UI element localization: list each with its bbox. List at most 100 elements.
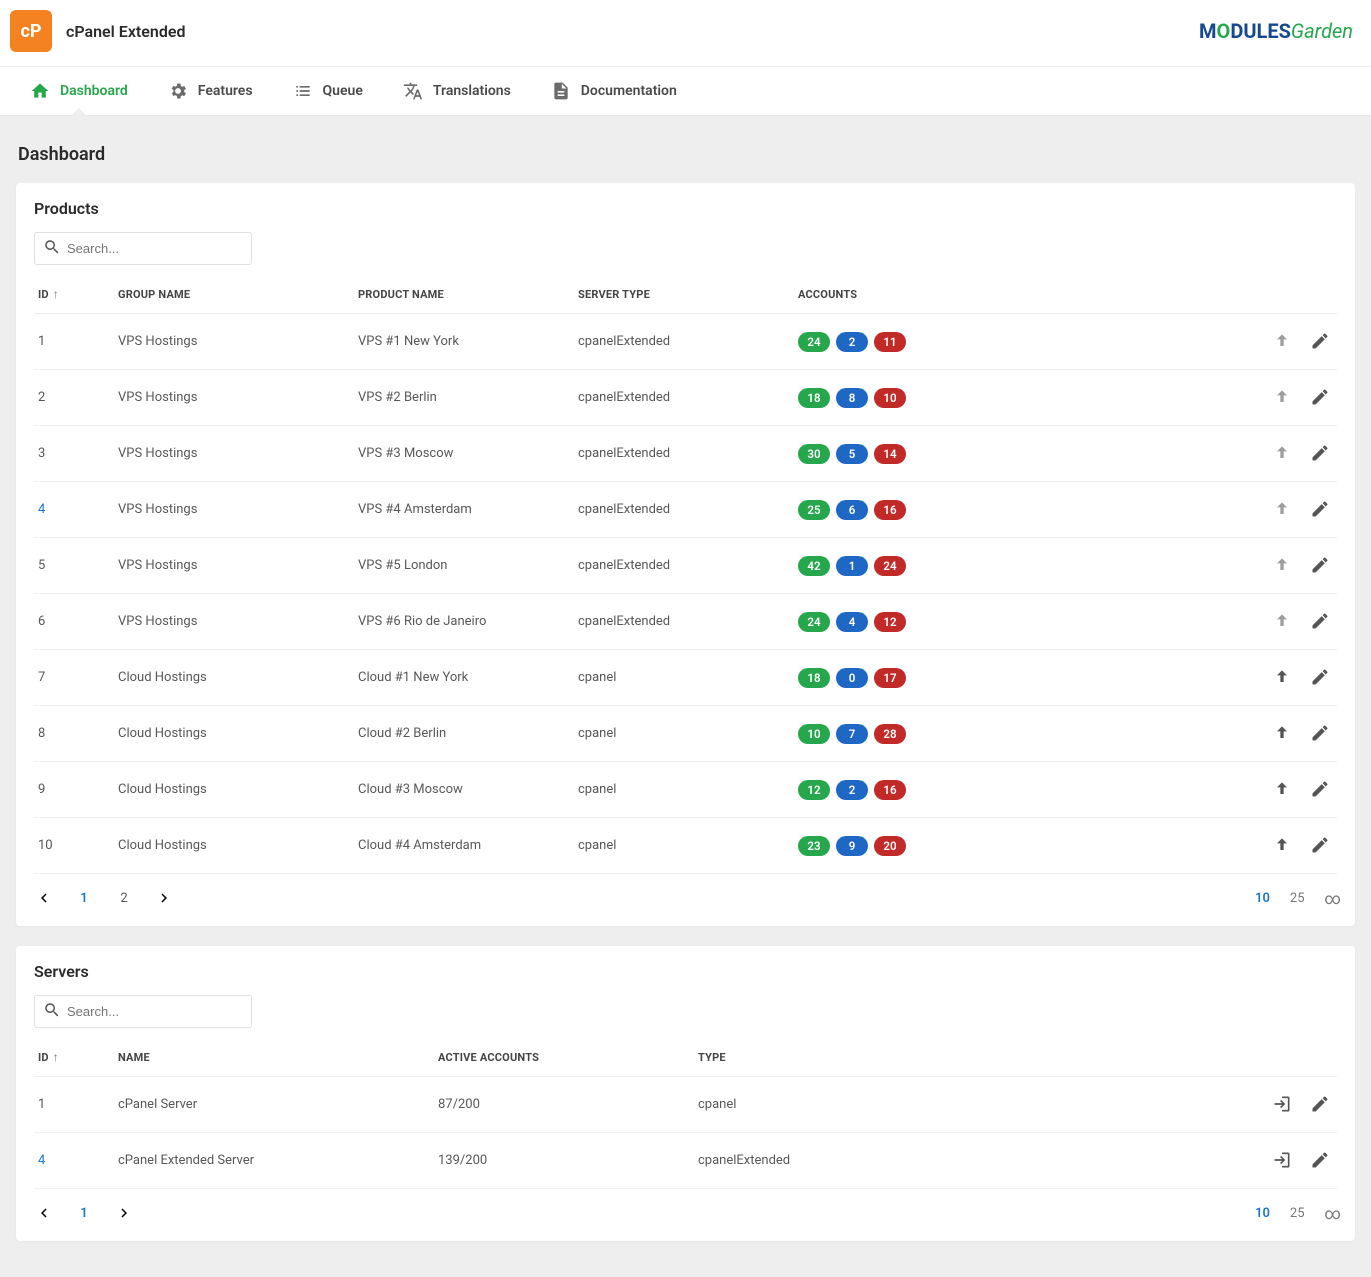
accounts-green-badge: 30 [798, 444, 830, 464]
col-name[interactable]: NAME [114, 1038, 434, 1077]
move-up-button[interactable] [1269, 664, 1295, 690]
cell-actions [1217, 706, 1337, 762]
list-icon [293, 81, 313, 101]
servers-pager: 1 10 25 ∞ [16, 1189, 1355, 1241]
cell-actions [1217, 1133, 1337, 1189]
cell-id: 10 [34, 818, 114, 874]
edit-button[interactable] [1307, 1091, 1333, 1117]
col-active[interactable]: ACTIVE ACCOUNTS [434, 1038, 694, 1077]
edit-button[interactable] [1307, 664, 1333, 690]
page-size-option[interactable]: 25 [1290, 891, 1305, 906]
col-group[interactable]: GROUP NAME [114, 275, 354, 314]
pager-page[interactable]: 1 [70, 1199, 98, 1227]
col-type[interactable]: TYPE [694, 1038, 1217, 1077]
login-button[interactable] [1269, 1147, 1295, 1173]
cell-accounts: 18810 [794, 370, 1217, 426]
move-up-button[interactable] [1269, 496, 1295, 522]
accounts-green-badge: 24 [798, 612, 830, 632]
cell-group: VPS Hostings [114, 538, 354, 594]
cell-name: cPanel Extended Server [114, 1133, 434, 1189]
cell-actions [1217, 370, 1337, 426]
nav-dashboard[interactable]: Dashboard [10, 67, 148, 115]
edit-button[interactable] [1307, 384, 1333, 410]
accounts-red-badge: 20 [874, 836, 906, 856]
nav-features[interactable]: Features [148, 67, 273, 115]
edit-button[interactable] [1307, 552, 1333, 578]
cell-id: 7 [34, 650, 114, 706]
search-input[interactable] [61, 1000, 243, 1023]
table-row: 4VPS HostingsVPS #4 AmsterdamcpanelExten… [34, 482, 1337, 538]
page-size-option[interactable]: ∞ [1325, 889, 1341, 908]
pager-prev[interactable] [30, 1199, 58, 1227]
edit-button[interactable] [1307, 328, 1333, 354]
accounts-blue-badge: 1 [836, 556, 868, 576]
cell-group: VPS Hostings [114, 370, 354, 426]
move-up-button[interactable] [1269, 776, 1295, 802]
search-input[interactable] [61, 237, 243, 260]
page-title: Dashboard [18, 144, 1355, 165]
pager-page[interactable]: 1 [70, 884, 98, 912]
accounts-green-badge: 25 [798, 500, 830, 520]
page-size-option[interactable]: 25 [1290, 1206, 1305, 1221]
cell-server: cpanel [574, 706, 794, 762]
pager-next[interactable] [150, 884, 178, 912]
servers-search[interactable] [34, 995, 252, 1028]
edit-button[interactable] [1307, 720, 1333, 746]
nav-translations[interactable]: Translations [383, 67, 531, 115]
accounts-blue-badge: 2 [836, 332, 868, 352]
cell-server: cpanelExtended [574, 482, 794, 538]
products-search[interactable] [34, 232, 252, 265]
translate-icon [403, 81, 423, 101]
cell-group: Cloud Hostings [114, 650, 354, 706]
pager-next[interactable] [110, 1199, 138, 1227]
cell-server: cpanel [574, 762, 794, 818]
card-title: Products [16, 183, 1355, 228]
col-accounts[interactable]: ACCOUNTS [794, 275, 1217, 314]
cell-accounts: 12216 [794, 762, 1217, 818]
nav-documentation[interactable]: Documentation [531, 67, 697, 115]
accounts-red-badge: 10 [874, 388, 906, 408]
edit-button[interactable] [1307, 832, 1333, 858]
nav-queue[interactable]: Queue [273, 67, 383, 115]
servers-table: ID↑ NAME ACTIVE ACCOUNTS TYPE 1cPanel Se… [34, 1038, 1337, 1189]
col-id[interactable]: ID↑ [34, 275, 114, 314]
move-up-button[interactable] [1269, 384, 1295, 410]
move-up-button[interactable] [1269, 328, 1295, 354]
page-size-option[interactable]: 10 [1255, 1206, 1270, 1221]
cell-product: VPS #2 Berlin [354, 370, 574, 426]
page-size-option[interactable]: 10 [1255, 891, 1270, 906]
accounts-green-badge: 18 [798, 388, 830, 408]
col-product[interactable]: PRODUCT NAME [354, 275, 574, 314]
edit-button[interactable] [1307, 608, 1333, 634]
page-size-option[interactable]: ∞ [1325, 1204, 1341, 1223]
move-up-button[interactable] [1269, 552, 1295, 578]
accounts-red-badge: 16 [874, 780, 906, 800]
cell-group: Cloud Hostings [114, 818, 354, 874]
cell-id: 1 [34, 314, 114, 370]
table-row: 5VPS HostingsVPS #5 LondoncpanelExtended… [34, 538, 1337, 594]
cell-name: cPanel Server [114, 1077, 434, 1133]
edit-button[interactable] [1307, 440, 1333, 466]
move-up-button[interactable] [1269, 440, 1295, 466]
edit-button[interactable] [1307, 1147, 1333, 1173]
col-server[interactable]: SERVER TYPE [574, 275, 794, 314]
cell-accounts: 24412 [794, 594, 1217, 650]
pager-page[interactable]: 2 [110, 884, 138, 912]
pager-prev[interactable] [30, 884, 58, 912]
move-up-button[interactable] [1269, 608, 1295, 634]
move-up-button[interactable] [1269, 720, 1295, 746]
col-id[interactable]: ID↑ [34, 1038, 114, 1077]
cell-actions [1217, 818, 1337, 874]
cell-id: 9 [34, 762, 114, 818]
cell-accounts: 18017 [794, 650, 1217, 706]
table-row: 7Cloud HostingsCloud #1 New Yorkcpanel18… [34, 650, 1337, 706]
cell-accounts: 10728 [794, 706, 1217, 762]
cell-product: VPS #1 New York [354, 314, 574, 370]
accounts-blue-badge: 0 [836, 668, 868, 688]
login-button[interactable] [1269, 1091, 1295, 1117]
edit-button[interactable] [1307, 496, 1333, 522]
move-up-button[interactable] [1269, 832, 1295, 858]
cell-id: 4 [34, 1133, 114, 1189]
edit-button[interactable] [1307, 776, 1333, 802]
cell-id: 5 [34, 538, 114, 594]
